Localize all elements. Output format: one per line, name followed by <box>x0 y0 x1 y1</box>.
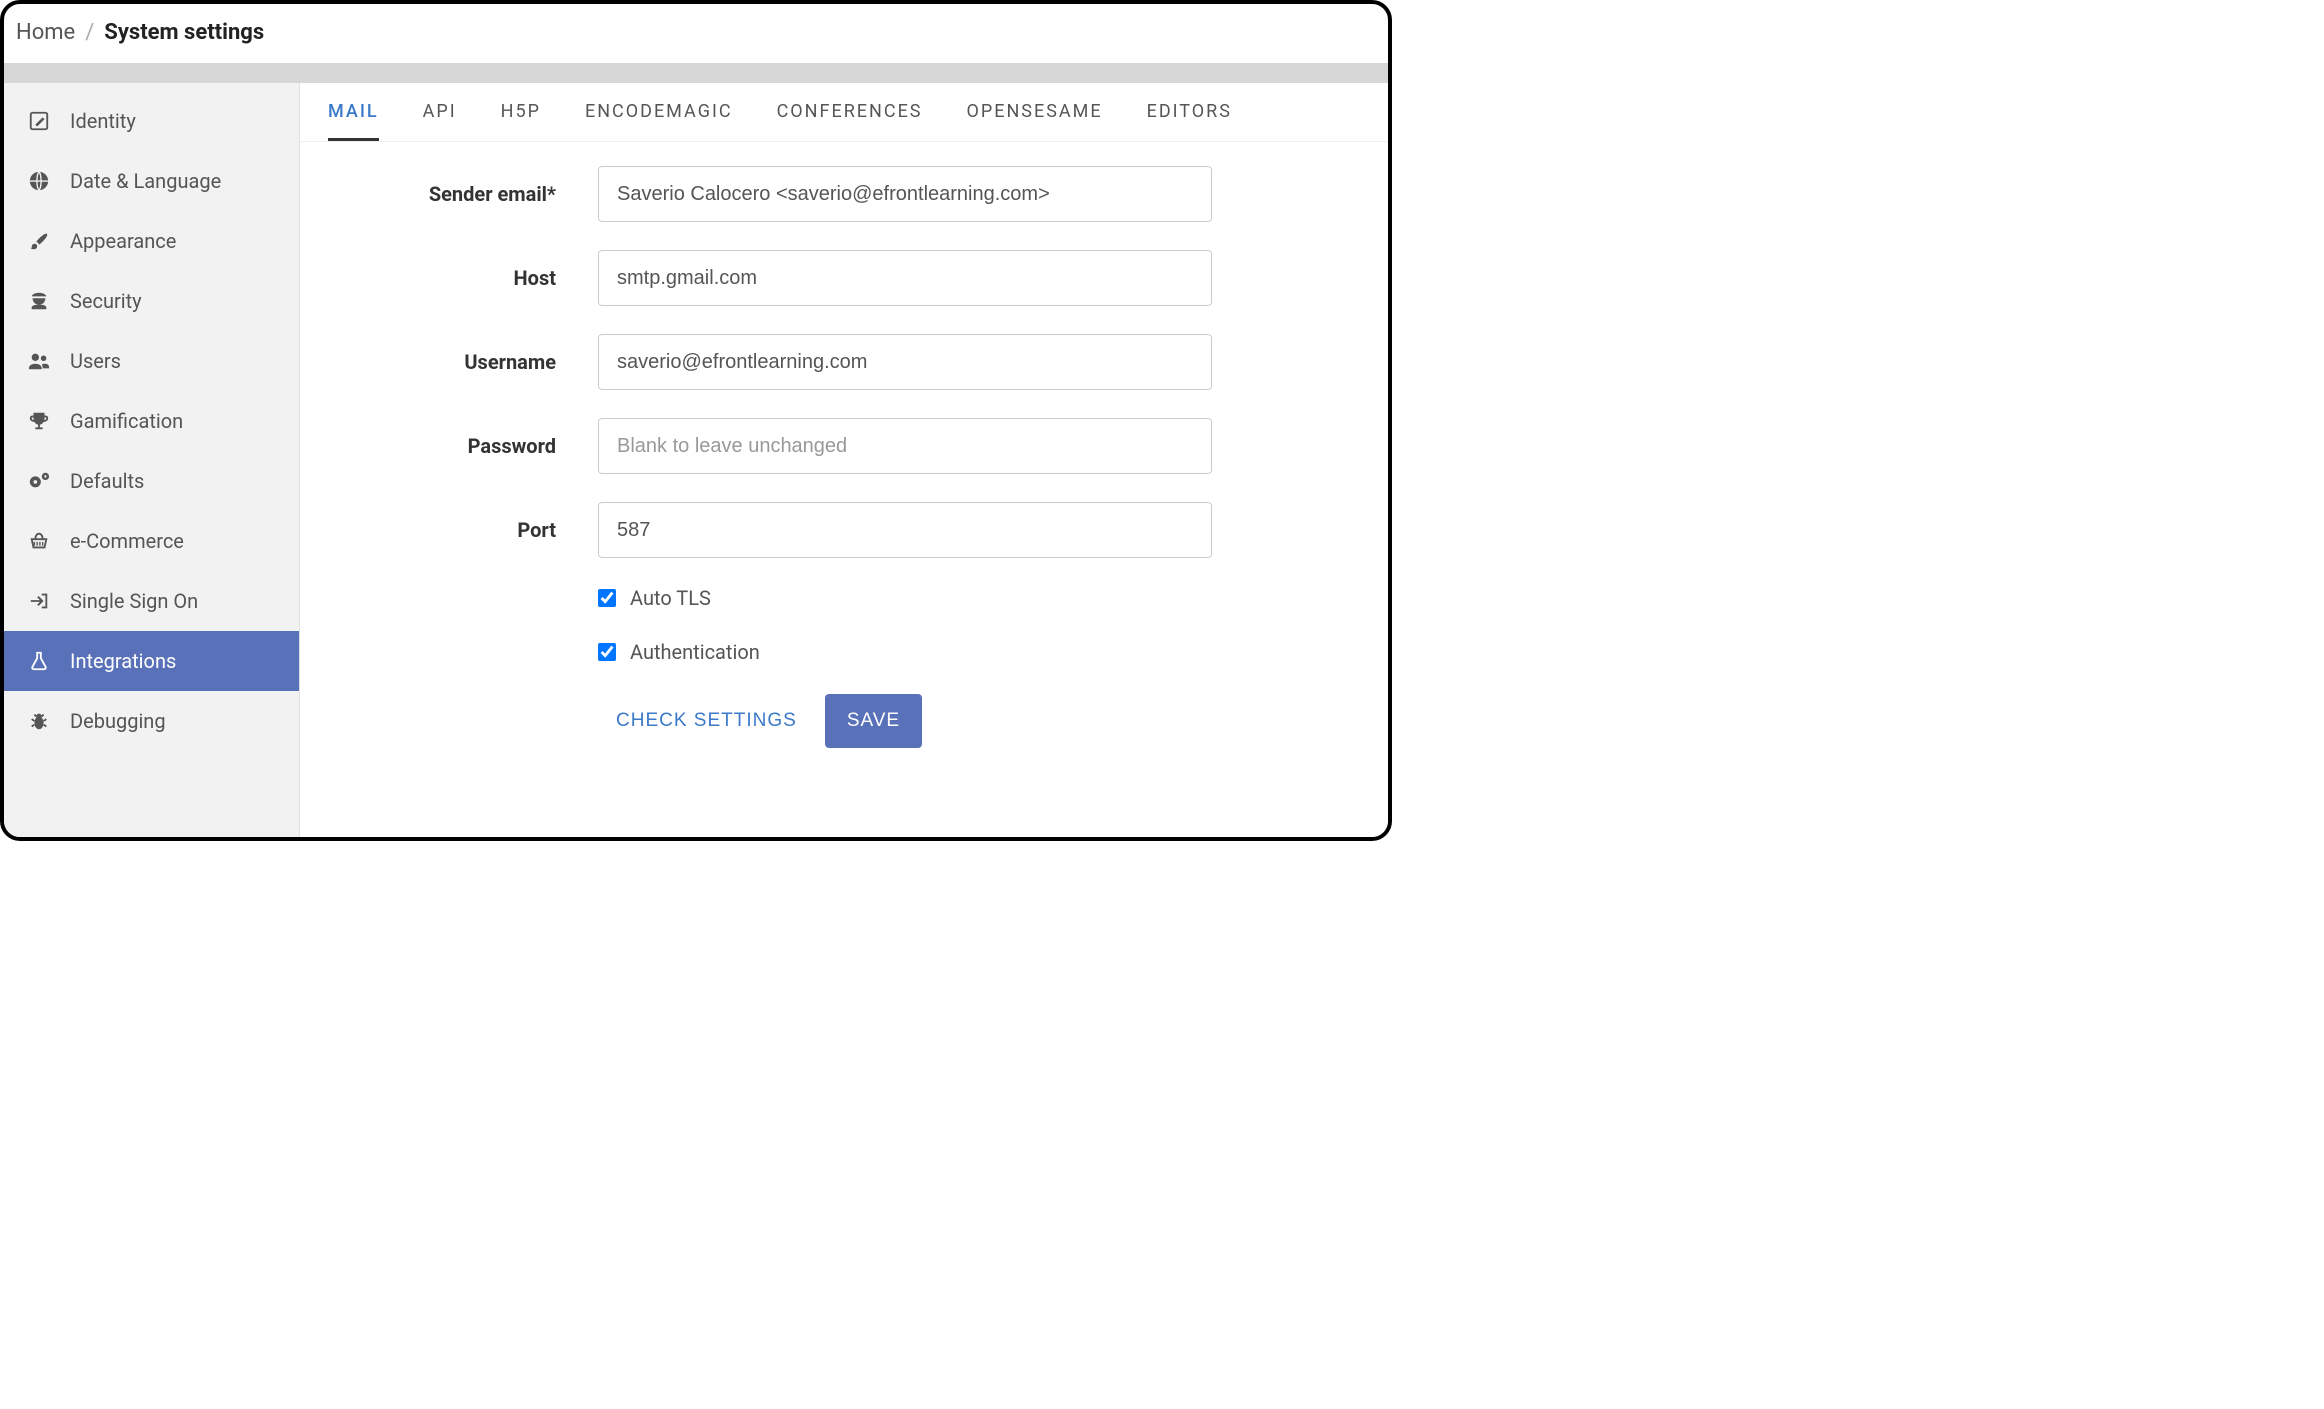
signin-icon <box>26 589 52 613</box>
divider-band <box>4 63 1388 83</box>
sidebar-item-label: Identity <box>70 109 136 133</box>
basket-icon <box>26 529 52 553</box>
gears-icon <box>26 469 52 493</box>
sidebar-item-identity[interactable]: Identity <box>4 91 299 151</box>
sidebar-item-security[interactable]: Security <box>4 271 299 331</box>
app-frame: Home / System settings Identity Date & L… <box>0 0 1392 841</box>
sidebar-item-label: Date & Language <box>70 169 221 193</box>
check-settings-button[interactable]: CHECK SETTINGS <box>610 696 803 746</box>
save-button[interactable]: SAVE <box>825 694 922 748</box>
username-input[interactable] <box>598 334 1212 390</box>
sidebar-item-gamification[interactable]: Gamification <box>4 391 299 451</box>
sidebar-item-label: Gamification <box>70 409 183 433</box>
agent-icon <box>26 289 52 313</box>
host-label: Host <box>328 266 598 290</box>
main-content: MAIL API H5P ENCODEMAGIC CONFERENCES OPE… <box>300 83 1388 838</box>
mail-form: Sender email* Host Username Password Por <box>300 142 1388 758</box>
sidebar-item-label: Single Sign On <box>70 589 198 613</box>
sender-email-label: Sender email* <box>328 182 598 206</box>
tab-h5p[interactable]: H5P <box>501 101 541 141</box>
flask-icon <box>26 649 52 673</box>
username-label: Username <box>328 350 598 374</box>
sidebar-item-label: Security <box>70 289 142 313</box>
tab-api[interactable]: API <box>423 101 457 141</box>
tabs: MAIL API H5P ENCODEMAGIC CONFERENCES OPE… <box>300 83 1388 142</box>
edit-square-icon <box>26 109 52 133</box>
breadcrumb: Home / System settings <box>4 4 1388 63</box>
host-input[interactable] <box>598 250 1212 306</box>
sidebar-item-sso[interactable]: Single Sign On <box>4 571 299 631</box>
sidebar-item-date-language[interactable]: Date & Language <box>4 151 299 211</box>
sidebar-item-appearance[interactable]: Appearance <box>4 211 299 271</box>
sidebar-item-users[interactable]: Users <box>4 331 299 391</box>
tab-opensesame[interactable]: OPENSESAME <box>967 101 1103 141</box>
trophy-icon <box>26 409 52 433</box>
users-icon <box>26 349 52 373</box>
tab-conferences[interactable]: CONFERENCES <box>777 101 923 141</box>
sidebar-item-label: Integrations <box>70 649 176 673</box>
sidebar-item-ecommerce[interactable]: e-Commerce <box>4 511 299 571</box>
sidebar-item-label: Debugging <box>70 709 166 733</box>
bug-icon <box>26 709 52 733</box>
sidebar-item-integrations[interactable]: Integrations <box>4 631 299 691</box>
tab-editors[interactable]: EDITORS <box>1147 101 1232 141</box>
auto-tls-label: Auto TLS <box>630 586 711 610</box>
password-input[interactable] <box>598 418 1212 474</box>
sender-email-input[interactable] <box>598 166 1212 222</box>
sidebar-item-defaults[interactable]: Defaults <box>4 451 299 511</box>
port-input[interactable] <box>598 502 1212 558</box>
body-area: Identity Date & Language Appearance Secu… <box>4 83 1388 838</box>
sidebar-item-label: e-Commerce <box>70 529 184 553</box>
sidebar: Identity Date & Language Appearance Secu… <box>4 83 300 838</box>
page-title: System settings <box>104 20 264 45</box>
password-label: Password <box>328 434 598 458</box>
breadcrumb-separator: / <box>85 20 94 45</box>
port-label: Port <box>328 518 598 542</box>
auto-tls-checkbox[interactable] <box>598 589 616 607</box>
paintbrush-icon <box>26 229 52 253</box>
authentication-checkbox[interactable] <box>598 643 616 661</box>
sidebar-item-debugging[interactable]: Debugging <box>4 691 299 751</box>
authentication-label: Authentication <box>630 640 760 664</box>
sidebar-item-label: Users <box>70 349 121 373</box>
tab-mail[interactable]: MAIL <box>328 101 379 141</box>
sidebar-item-label: Appearance <box>70 229 176 253</box>
tab-encodemagic[interactable]: ENCODEMAGIC <box>585 101 733 141</box>
breadcrumb-home[interactable]: Home <box>16 20 75 45</box>
globe-icon <box>26 169 52 193</box>
sidebar-item-label: Defaults <box>70 469 144 493</box>
